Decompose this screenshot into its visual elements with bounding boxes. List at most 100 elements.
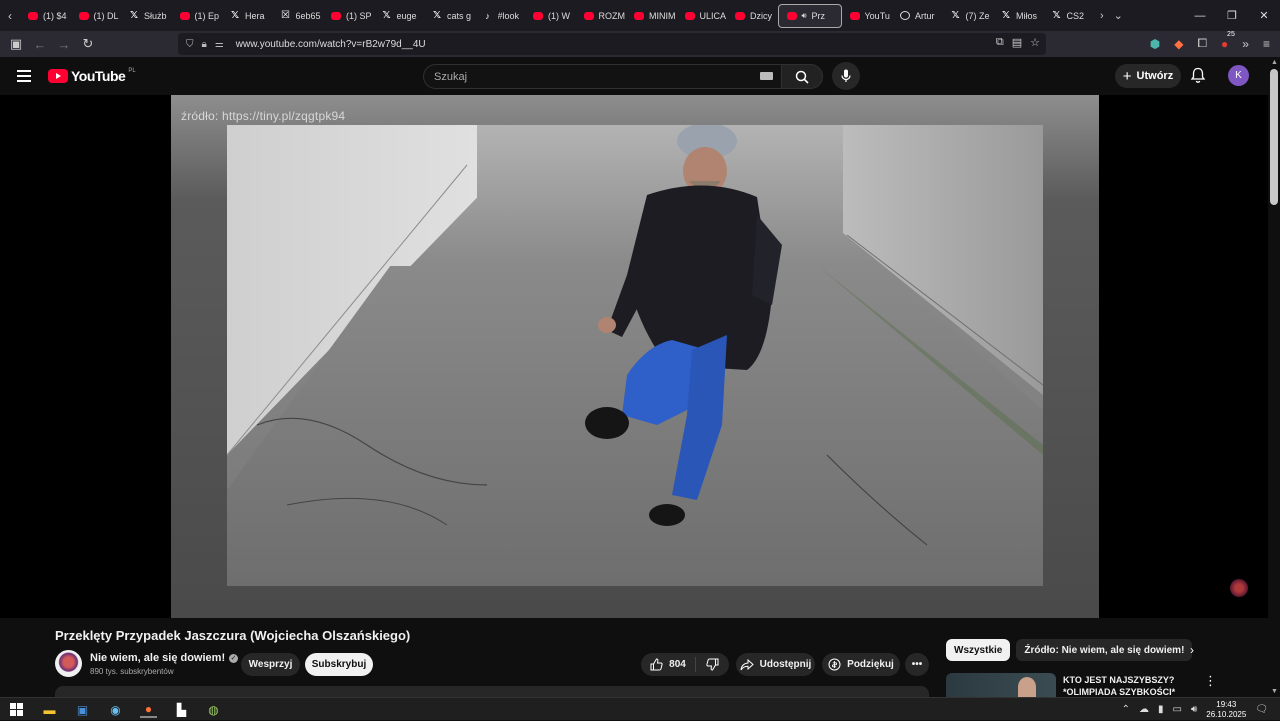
- scroll-up-icon[interactable]: ▲: [1271, 59, 1278, 66]
- file-explorer-icon[interactable]: ▬: [41, 701, 58, 718]
- browser-tab[interactable]: 𝕏 Miłos: [993, 4, 1044, 28]
- browser-tab[interactable]: (1) DL: [71, 4, 122, 28]
- thanks-button[interactable]: Podziękuj: [822, 653, 900, 676]
- browser-tab[interactable]: 𝕏 (7) Ze: [943, 4, 994, 28]
- x-favicon-icon: ☒: [281, 10, 290, 21]
- browser-tab[interactable]: ROZM: [576, 4, 627, 28]
- keyboard-icon[interactable]: [760, 72, 773, 80]
- browser-tab[interactable]: ☒ 6eb65: [273, 4, 324, 28]
- like-button[interactable]: 804: [641, 657, 696, 672]
- restore-icon[interactable]: ❐: [1216, 9, 1248, 22]
- search-input[interactable]: [423, 64, 781, 89]
- thanks-heart-dollar-icon: [828, 658, 841, 671]
- url-text[interactable]: www.youtube.com/watch?v=rB2w79d__4U: [236, 39, 426, 50]
- steam-icon[interactable]: ◉: [107, 701, 124, 718]
- subscribe-button[interactable]: Subskrybuj: [305, 653, 373, 676]
- network-icon[interactable]: ▭: [1172, 704, 1181, 715]
- browser-tab[interactable]: (1) $4: [20, 4, 71, 28]
- browser-tab-label: 6eb65: [295, 10, 321, 21]
- channel-avatar[interactable]: [55, 650, 82, 677]
- share-button[interactable]: Udostępnij: [736, 653, 815, 676]
- reco-thumbnail[interactable]: [946, 673, 1056, 697]
- app-globe-icon[interactable]: ◍: [205, 701, 222, 718]
- shield-icon[interactable]: ⛉: [186, 39, 194, 50]
- browser-tab[interactable]: (1) W: [525, 4, 576, 28]
- dislike-button[interactable]: [696, 658, 729, 671]
- create-button[interactable]: + Utwórz: [1115, 64, 1181, 88]
- sidebar-toggle-icon[interactable]: ▣: [4, 36, 28, 52]
- notifications-tray-icon[interactable]: 🗨︎: [1255, 704, 1268, 715]
- browser-tab[interactable]: (1) SP: [323, 4, 374, 28]
- app-menu-icon[interactable]: ≡: [1263, 37, 1270, 51]
- tabs-scroll-right-icon[interactable]: ›: [1100, 10, 1104, 22]
- speaker-playing-icon[interactable]: 🔊︎: [802, 11, 807, 21]
- more-actions-button[interactable]: •••: [905, 653, 929, 676]
- overflow-chevrons-icon[interactable]: »: [1242, 37, 1249, 51]
- bookmark-star-icon[interactable]: ☆: [1030, 36, 1040, 49]
- reco-more-vertical-icon[interactable]: ⋮: [1204, 673, 1217, 689]
- scroll-down-icon[interactable]: ▼: [1271, 688, 1278, 695]
- notion-icon[interactable]: ▙: [173, 701, 190, 718]
- subscriber-count: 890 tys. subskrybentów: [90, 667, 174, 676]
- voice-search-button[interactable]: [832, 62, 860, 90]
- volume-icon[interactable]: 🔊︎: [1191, 704, 1197, 715]
- hamburger-menu-icon[interactable]: [17, 70, 31, 82]
- browser-tab[interactable]: 𝕏 Służb: [121, 4, 172, 28]
- back-icon[interactable]: ←: [28, 37, 52, 52]
- extensions-puzzle-icon[interactable]: ⧠: [1197, 36, 1207, 51]
- browser-tab[interactable]: 𝕏 CS2: [1044, 4, 1095, 28]
- remote-desktop-icon[interactable]: ▣: [74, 701, 91, 718]
- chip-from-channel[interactable]: Źródło: Nie wiem, ale się dowiem!: [1016, 639, 1193, 661]
- support-button[interactable]: Wesprzyj: [241, 653, 300, 676]
- browser-tab[interactable]: 🔊︎ Prz: [777, 3, 842, 28]
- browser-tab[interactable]: (1) Ep: [172, 4, 223, 28]
- tray-overflow-chevron-icon[interactable]: ⌃: [1122, 704, 1130, 715]
- browser-tab[interactable]: 𝕏 Hera: [222, 4, 273, 28]
- reco-thumbnail-face: [1018, 677, 1036, 697]
- microphone-tray-icon[interactable]: ▮: [1158, 704, 1164, 715]
- account-avatar[interactable]: K: [1228, 65, 1249, 86]
- onedrive-cloud-icon[interactable]: ☁: [1139, 704, 1149, 715]
- youtube-logo[interactable]: YouTube PL: [48, 68, 136, 84]
- browser-tab[interactable]: 𝕏cats g: [424, 4, 475, 28]
- tabs-scroll-left-icon[interactable]: ‹: [0, 0, 20, 31]
- tab-list-chevron-down-icon[interactable]: ⌄: [1114, 9, 1123, 22]
- minimize-icon[interactable]: —: [1184, 10, 1216, 22]
- notifications-button[interactable]: [1190, 67, 1206, 89]
- browser-tab[interactable]: ULICA: [677, 4, 728, 28]
- browser-tab[interactable]: ♪ #look: [475, 4, 526, 28]
- channel-name-link[interactable]: Nie wiem, ale się dowiem! ✓: [90, 652, 239, 664]
- lock-icon[interactable]: 🔒︎: [202, 39, 207, 50]
- chip-all[interactable]: Wszystkie: [946, 639, 1011, 661]
- firefox-icon[interactable]: ●: [140, 701, 157, 718]
- channel-watermark-icon[interactable]: [1230, 579, 1248, 597]
- forward-icon[interactable]: →: [52, 37, 76, 52]
- description-box[interactable]: [55, 686, 929, 697]
- windows-start-icon[interactable]: [8, 701, 25, 718]
- extension-badge-icon[interactable]: ● 25: [1221, 31, 1235, 51]
- browser-tab[interactable]: 𝕏euge: [374, 4, 425, 28]
- search-button[interactable]: [781, 64, 823, 89]
- like-dislike-group: 804: [641, 653, 729, 676]
- picture-in-picture-icon[interactable]: ⧉: [996, 36, 1004, 49]
- video-frame[interactable]: źródło: https://tiny.pl/zqgtpk94: [171, 95, 1099, 618]
- extension-shield-icon[interactable]: ⬢: [1150, 37, 1160, 51]
- browser-tab[interactable]: MINIM: [626, 4, 677, 28]
- video-player[interactable]: źródło: https://tiny.pl/zqgtpk94: [0, 95, 1268, 618]
- permissions-icon[interactable]: ⚌: [215, 39, 224, 50]
- browser-tab[interactable]: YouTu: [842, 4, 893, 28]
- reload-icon[interactable]: ↻: [76, 36, 100, 52]
- scrollbar-thumb[interactable]: [1270, 69, 1278, 205]
- chips-next-chevron-icon[interactable]: ›: [1190, 643, 1194, 657]
- youtube-favicon-icon: [179, 11, 190, 20]
- reco-title[interactable]: KTO JEST NAJSZYBSZY? *OLIMPIADA SZYBKOŚC…: [1063, 674, 1203, 698]
- address-bar[interactable]: ⛉ 🔒︎ ⚌ www.youtube.com/watch?v=rB2w79d__…: [178, 33, 1046, 55]
- reader-view-icon[interactable]: ▤: [1012, 36, 1022, 49]
- browser-tab[interactable]: Dzicy: [727, 4, 778, 28]
- browser-tab[interactable]: Artur: [892, 4, 943, 28]
- clock[interactable]: 19:43 26.10.2025: [1206, 700, 1246, 720]
- youtube-favicon-icon: [78, 11, 89, 20]
- extension-fox-icon[interactable]: ◆: [1174, 37, 1183, 51]
- close-icon[interactable]: ✕: [1248, 9, 1280, 22]
- page-scrollbar[interactable]: ▲ ▼: [1268, 57, 1280, 697]
